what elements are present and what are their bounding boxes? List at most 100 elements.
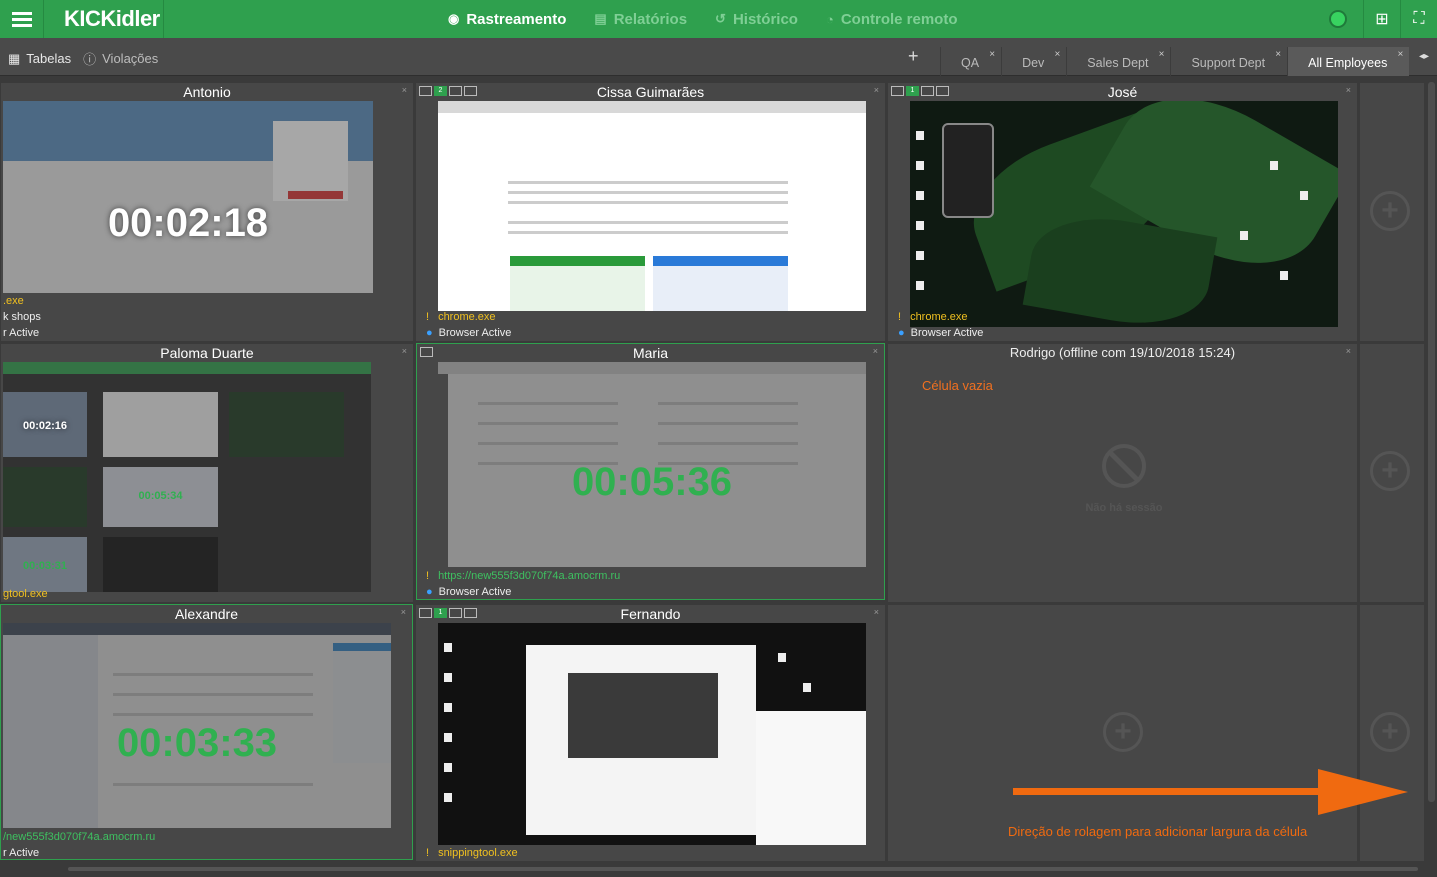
cell-paloma-duarte[interactable]: Paloma Duarte × 00:02:16 00:05:34 00:03:… <box>0 343 414 603</box>
tab-scroll-arrows-icon[interactable]: ◂▸ <box>1419 51 1429 62</box>
cell-fernando[interactable]: 1 Fernando × ! snippingtool.exe <box>415 604 886 862</box>
process-window: k shops <box>3 311 41 323</box>
add-cell-button[interactable]: + <box>1103 712 1143 752</box>
activity-state: ● Browser Active <box>898 327 983 339</box>
close-icon[interactable]: × <box>402 85 407 95</box>
close-icon[interactable]: × <box>874 607 879 617</box>
screen-thumbnail[interactable] <box>438 623 866 845</box>
process-label: chrome.exe <box>438 311 496 323</box>
tab-support-dept[interactable]: Support Dept × <box>1170 47 1287 76</box>
tab-sales-dept[interactable]: Sales Dept × <box>1066 47 1170 76</box>
status-dot-icon: ● <box>426 327 433 339</box>
cell-empty-slot[interactable]: + <box>1359 82 1425 342</box>
horizontal-scrollbar[interactable] <box>0 862 1437 877</box>
no-session-label: Não há sessão <box>1085 502 1163 514</box>
process-name: .exe <box>3 295 24 307</box>
nav-relatorios[interactable]: ▤ Relatórios <box>594 11 687 28</box>
add-cell-button[interactable]: + <box>1370 451 1410 491</box>
fullscreen-icon[interactable]: ⛶ <box>1400 0 1437 38</box>
process-name: /new555f3d070f74a.amocrm.ru <box>3 831 156 843</box>
close-icon[interactable]: × <box>1346 346 1351 356</box>
close-icon[interactable]: × <box>402 346 407 356</box>
close-icon[interactable]: × <box>1346 85 1351 95</box>
warning-icon: ! <box>898 311 902 323</box>
process-name: ! chrome.exe <box>426 311 496 323</box>
screen-thumbnail[interactable]: 00:02:16 00:05:34 00:03:31 <box>3 362 371 592</box>
cell-rodrigo[interactable]: Rodrigo (offline com 19/10/2018 15:24) ×… <box>887 343 1358 603</box>
connection-status-icon <box>1331 12 1345 26</box>
app-logo: KICKidler <box>44 0 164 38</box>
violations-label: Violações <box>102 51 159 66</box>
activity-state: ● Browser Active <box>426 586 511 598</box>
nav-label: Histórico <box>732 10 798 28</box>
nav-label: Relatórios <box>613 10 688 28</box>
tab-qa[interactable]: QA × <box>940 47 1001 76</box>
screen-thumbnail[interactable] <box>438 101 866 311</box>
nav-historico[interactable]: ↺ Histórico <box>715 11 798 28</box>
close-icon[interactable]: × <box>401 607 406 617</box>
nav-controle-remoto[interactable]: ◔ Controle remoto <box>826 11 958 28</box>
no-session-icon <box>1102 444 1146 488</box>
scrollbar-thumb[interactable] <box>1428 82 1435 802</box>
hamburger-menu-icon[interactable] <box>0 0 44 38</box>
tab-label: All Employees <box>1308 56 1388 70</box>
activity-state: ● Browser Active <box>426 327 511 339</box>
cell-maria[interactable]: Maria × 00:05:36 ! https://new555f3d070f7… <box>416 343 885 600</box>
screen-thumbnail[interactable]: 00:03:33 <box>3 623 391 828</box>
annotation-arrow-head-icon <box>1318 769 1408 815</box>
status-dot-icon: ● <box>898 327 905 339</box>
tab-dev[interactable]: Dev × <box>1001 47 1066 76</box>
add-window-icon[interactable]: ⊞ <box>1363 0 1400 38</box>
session-timer: 00:02:16 <box>22 420 68 432</box>
tab-label: Support Dept <box>1191 56 1266 70</box>
session-timer: 00:05:36 <box>571 460 733 504</box>
close-icon[interactable]: × <box>873 346 878 356</box>
screen-thumbnail[interactable] <box>910 101 1338 327</box>
violations-button[interactable]: ⓘ Violações <box>83 49 158 68</box>
cell-empty-slot[interactable]: + <box>1359 604 1425 862</box>
tables-label: Tabelas <box>26 51 72 66</box>
cell-antonio[interactable]: Antonio × 00:02:18 .exe k shops r Active <box>0 82 414 342</box>
tab-all-employees[interactable]: All Employees × <box>1287 47 1410 76</box>
nav-label: Rastreamento <box>466 10 567 28</box>
screen-thumbnail[interactable]: 00:05:36 <box>438 362 866 567</box>
tab-label: Dev <box>1022 56 1045 70</box>
cell-title: Rodrigo (offline com 19/10/2018 15:24) <box>1009 345 1236 360</box>
main-nav: ◉ Rastreamento ▤ Relatórios ↺ Histórico … <box>448 0 958 38</box>
process-label: chrome.exe <box>910 311 968 323</box>
add-tab-button[interactable]: + <box>908 46 919 67</box>
scrollbar-thumb[interactable] <box>68 867 1418 871</box>
history-icon: ↺ <box>715 11 726 26</box>
close-icon[interactable]: × <box>1397 49 1403 60</box>
process-name: ! snippingtool.exe <box>426 847 518 859</box>
nav-rastreamento[interactable]: ◉ Rastreamento <box>448 11 566 28</box>
monitoring-grid: Antonio × 00:02:18 .exe k shops r Active… <box>0 82 1425 862</box>
cell-jose[interactable]: 1 José × ! chrome.exe ● Browser Active <box>887 82 1358 342</box>
cell-cissa-guimaraes[interactable]: 2 Cissa Guimarães × ! chrome.exe ● Browser… <box>415 82 886 342</box>
cell-title: Alexandre <box>174 606 239 622</box>
add-cell-button[interactable]: + <box>1370 712 1410 752</box>
top-bar: KICKidler ◉ Rastreamento ▤ Relatórios ↺ … <box>0 0 1437 38</box>
close-icon[interactable]: × <box>1275 49 1281 60</box>
cell-title: Fernando <box>620 606 681 622</box>
tables-button[interactable]: ▦ Tabelas <box>8 51 71 67</box>
add-cell-button[interactable]: + <box>1370 191 1410 231</box>
remote-icon: ◔ <box>825 11 834 27</box>
state-label: Browser Active <box>438 327 512 339</box>
empty-cell-label: Célula vazia <box>922 378 993 393</box>
cell-title: Cissa Guimarães <box>596 84 705 100</box>
process-name: ! chrome.exe <box>898 311 968 323</box>
warning-icon: ! <box>426 847 430 859</box>
vertical-scrollbar[interactable] <box>1426 82 1437 862</box>
cell-alexandre[interactable]: Alexandre × 00:03:33 /new555f3d070f74a.a… <box>0 604 413 860</box>
close-icon[interactable]: × <box>1054 49 1060 60</box>
session-timer: 00:05:34 <box>138 490 183 502</box>
close-icon[interactable]: × <box>989 49 995 60</box>
annotation-arrow <box>1013 788 1328 795</box>
close-icon[interactable]: × <box>874 85 879 95</box>
close-icon[interactable]: × <box>1159 49 1165 60</box>
cell-title: Antonio <box>183 84 231 100</box>
activity-state: r Active <box>3 847 40 859</box>
screen-thumbnail[interactable]: 00:02:18 <box>3 101 373 293</box>
cell-empty-slot[interactable]: + <box>1359 343 1425 603</box>
